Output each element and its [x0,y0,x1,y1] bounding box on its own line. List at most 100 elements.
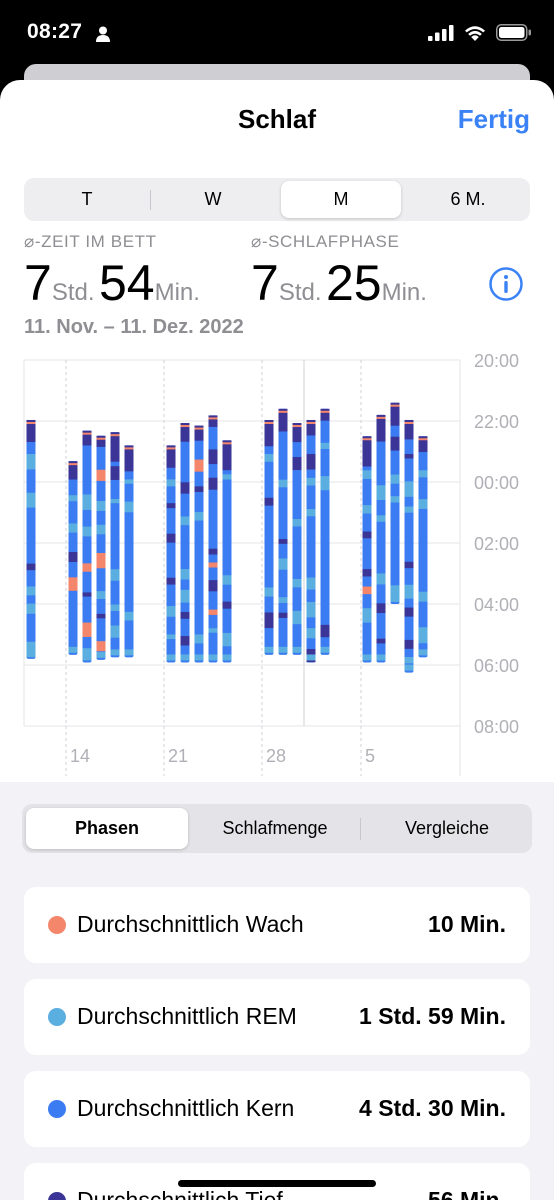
tab-day[interactable]: T [24,178,150,221]
phase-segment [362,505,372,514]
sleep-bar [278,408,288,655]
phase-segment [404,584,414,599]
y-tick-label: 04:00 [474,595,519,615]
phase-segment [194,634,204,644]
phase-segment [194,512,204,521]
phase-segment [320,476,330,491]
phase-segment [208,449,218,465]
deep-segment [320,408,330,421]
phase-segment [278,479,288,488]
phase-segment [404,657,414,664]
phase-segment [376,515,386,522]
sleep-bar [180,423,190,663]
rem-segment [180,654,190,661]
phase-label: Durchschnittlich Tief [77,1187,283,1200]
phase-label: Durchschnittlich Kern [77,1095,295,1121]
tab-comparisons[interactable]: Vergleiche [362,804,532,853]
rem-segment [68,646,78,653]
rem-segment [320,646,330,653]
awake-segment [418,438,428,441]
phase-segment [292,610,302,625]
phase-segment [180,516,190,526]
phase-segment [222,632,232,647]
info-icon[interactable] [489,267,523,301]
phase-segment [418,499,428,509]
phase-row-core[interactable]: Durchschnittlich Kern 4 Std. 30 Min. [24,1071,530,1147]
tab-phases[interactable]: Phasen [26,804,188,853]
phase-segment [264,497,274,506]
phase-segment [306,453,316,470]
y-tick-label: 00:00 [474,473,519,493]
tab-month[interactable]: M [276,178,406,221]
phase-segment [390,474,400,484]
tab-sleep-amount[interactable]: Schlafmenge [192,804,358,853]
phase-segment [320,442,330,449]
phase-segment [404,607,414,617]
phase-segment [362,586,372,595]
rem-segment [208,654,218,661]
phase-segment [376,485,386,501]
x-tick-label: 21 [168,746,188,766]
phase-value: 56 Min. [428,1187,506,1200]
awake-segment [404,421,414,424]
bed-hours-unit: Std. [51,279,95,306]
phase-segment [166,533,176,543]
battery-icon [496,24,531,41]
rem-color-dot [48,1008,66,1026]
tab-six-months[interactable]: 6 M. [406,178,530,221]
phase-segment [82,526,92,537]
rem-segment [306,654,316,661]
awake-segment [264,421,274,424]
phase-row-rem[interactable]: Durchschnittlich REM 1 Std. 59 Min. [24,979,530,1055]
phase-segment [376,638,386,644]
phase-segment [264,587,274,597]
phase-segment [124,501,134,513]
phase-value: 4 Std. 30 Min. [359,1095,506,1121]
awake-segment [166,447,176,450]
phase-segment [306,577,316,590]
phase-segment [208,562,218,568]
phase-segment [418,470,428,478]
phase-segment [390,496,400,503]
x-tick-label: 14 [70,746,90,766]
awake-color-dot [48,916,66,934]
phase-segment [404,639,414,649]
phase-segment [404,561,414,569]
awake-segment [306,421,316,424]
phase-segment [26,453,36,470]
deep-segment [110,432,120,462]
sleep-hours: 7 [251,255,279,311]
phase-segment [68,551,78,562]
phase-row-awake[interactable]: Durchschnittlich Wach 10 Min. [24,887,530,963]
phase-value: 1 Std. 59 Min. [359,1003,506,1029]
awake-segment [68,463,78,466]
phase-segment [418,627,428,644]
done-button[interactable]: Fertig [458,104,530,135]
phase-segment [180,569,190,580]
sleep-chart[interactable]: 20:00 22:00 00:00 02:00 04:00 06:00 08:00 14 21 2… [0,350,554,782]
phase-segment [68,577,78,591]
phase-segment [306,601,316,618]
awake-segment [208,417,218,420]
deep-segment [362,436,372,467]
phase-segment [124,479,134,484]
sleep-bar [110,432,120,658]
core-color-dot [48,1100,66,1118]
segment-divider [360,818,361,840]
phase-segment [26,563,36,571]
bed-minutes-unit: Min. [154,279,200,306]
awake-segment [26,421,36,424]
tab-week[interactable]: W [150,178,276,221]
rem-segment [194,654,204,661]
sleep-time-label: ⌀-SCHLAFPHASE [251,232,400,251]
wifi-icon [465,25,485,41]
rem-segment [278,646,288,653]
phase-segment [194,486,204,493]
y-tick-label: 06:00 [474,656,519,676]
sleep-bar [390,402,400,604]
phase-segment [404,481,414,497]
deep-segment [222,440,232,471]
time-in-bed-label: ⌀-ZEIT IM BETT [24,232,157,251]
phase-segment [278,539,288,544]
awake-segment [180,425,190,428]
